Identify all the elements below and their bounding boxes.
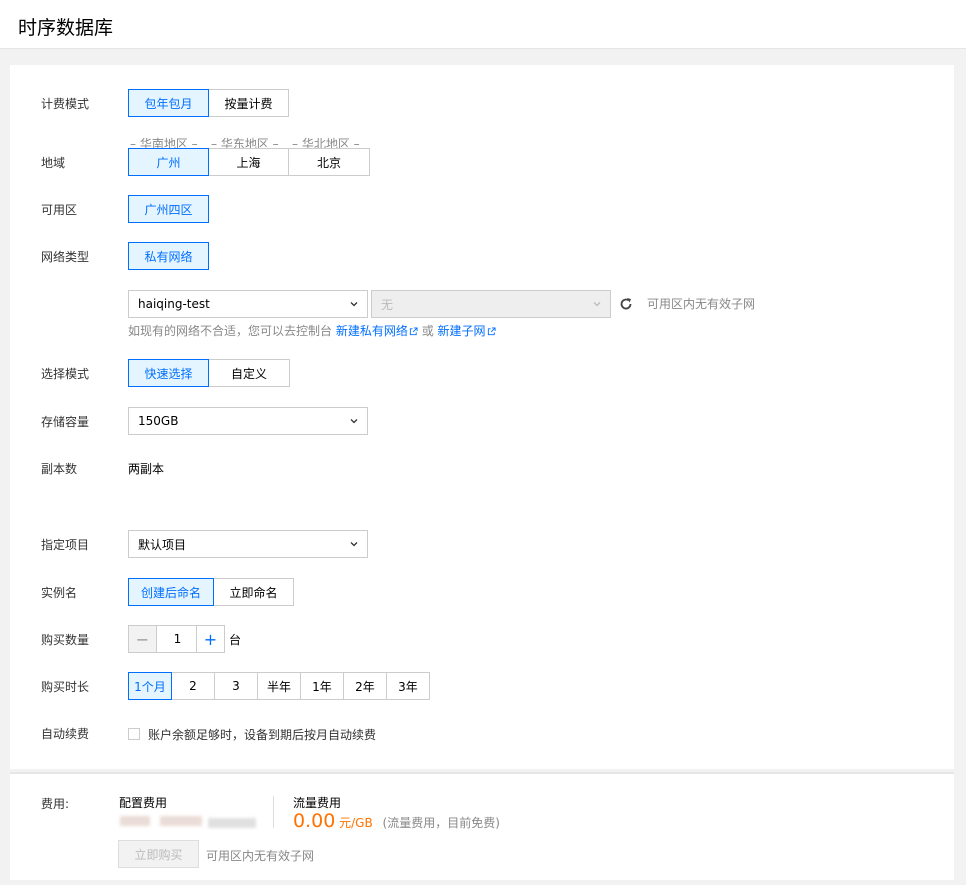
zone-option-guangzhou-4[interactable]: 广州四区 bbox=[128, 195, 209, 223]
quantity-increment-button[interactable]: + bbox=[196, 625, 225, 653]
instance-name-label: 实例名 bbox=[41, 586, 78, 600]
auto-renew-text: 账户余额足够时，设备到期后按月自动续费 bbox=[148, 728, 377, 742]
subnet-select-value: 无 bbox=[381, 297, 394, 312]
create-subnet-link[interactable]: 新建子网 bbox=[438, 324, 496, 338]
fee-label: 费用: bbox=[41, 797, 70, 811]
storage-label: 存储容量 bbox=[41, 415, 90, 429]
create-vpc-link[interactable]: 新建私有网络 bbox=[336, 324, 418, 338]
fee-divider bbox=[273, 796, 274, 828]
buy-hint: 可用区内无有效子网 bbox=[206, 849, 315, 863]
quantity-label: 购买数量 bbox=[41, 633, 90, 647]
instance-name-option-now[interactable]: 立即命名 bbox=[213, 578, 294, 606]
network-help: 如现有的网络不合适，您可以去控制台 新建私有网络 或 新建子网 bbox=[128, 322, 496, 339]
auto-renew-label: 自动续费 bbox=[41, 727, 90, 741]
duration-option-3[interactable]: 3 bbox=[214, 672, 258, 700]
traffic-fee-price: 0.00 bbox=[293, 810, 336, 832]
traffic-fee-label: 流量费用 bbox=[293, 796, 342, 810]
billing-label: 计费模式 bbox=[41, 97, 90, 111]
network-option-vpc[interactable]: 私有网络 bbox=[128, 242, 209, 270]
config-fee-redacted bbox=[120, 816, 150, 826]
traffic-fee-unit: 元/GB bbox=[339, 816, 373, 830]
config-fee-redacted bbox=[160, 816, 202, 826]
duration-option-2-year[interactable]: 2年 bbox=[343, 672, 387, 700]
billing-option-prepaid[interactable]: 包年包月 bbox=[128, 89, 209, 117]
vpc-select-value: haiqing-test bbox=[138, 297, 210, 311]
region-option-shanghai[interactable]: 上海 bbox=[208, 148, 289, 176]
storage-select-value: 150GB bbox=[138, 414, 179, 428]
fee-footer: 费用: 配置费用 流量费用 0.00 元/GB (流量费用，目前免费) 立即购买… bbox=[10, 772, 954, 880]
page-title: 时序数据库 bbox=[18, 17, 114, 39]
instance-name-option-later[interactable]: 创建后命名 bbox=[128, 578, 214, 606]
mode-option-quick[interactable]: 快速选择 bbox=[128, 359, 209, 387]
refresh-icon[interactable] bbox=[618, 296, 634, 312]
project-select-value: 默认项目 bbox=[138, 537, 187, 552]
traffic-fee-row: 0.00 元/GB (流量费用，目前免费) bbox=[293, 810, 500, 832]
project-select[interactable]: 默认项目 bbox=[128, 530, 368, 558]
chevron-down-icon bbox=[350, 302, 358, 307]
region-label: 地域 bbox=[41, 156, 66, 170]
storage-select[interactable]: 150GB bbox=[128, 407, 368, 435]
external-link-icon bbox=[487, 327, 496, 336]
network-label: 网络类型 bbox=[41, 250, 90, 264]
mode-option-custom[interactable]: 自定义 bbox=[208, 359, 290, 387]
chevron-down-icon bbox=[593, 302, 601, 307]
region-option-guangzhou[interactable]: 广州 bbox=[128, 148, 209, 176]
duration-option-1-year[interactable]: 1年 bbox=[300, 672, 344, 700]
replica-label: 副本数 bbox=[41, 462, 78, 476]
external-link-icon bbox=[409, 327, 418, 336]
project-label: 指定项目 bbox=[41, 538, 90, 552]
zone-label: 可用区 bbox=[41, 203, 78, 217]
mode-label: 选择模式 bbox=[41, 367, 90, 381]
duration-option-3-year[interactable]: 3年 bbox=[386, 672, 430, 700]
duration-option-2[interactable]: 2 bbox=[171, 672, 215, 700]
chevron-down-icon bbox=[350, 419, 358, 424]
subnet-select[interactable]: 无 bbox=[371, 290, 611, 318]
duration-option-half-year[interactable]: 半年 bbox=[257, 672, 301, 700]
traffic-fee-note: (流量费用，目前免费) bbox=[382, 816, 500, 830]
replica-value: 两副本 bbox=[128, 462, 165, 476]
page-header: 时序数据库 bbox=[0, 0, 966, 49]
config-form: 计费模式 包年包月 按量计费 – 华南地区 – – 华东地区 – – 华北地区 … bbox=[10, 65, 954, 769]
quantity-unit: 台 bbox=[229, 633, 242, 647]
quantity-decrement-button[interactable]: − bbox=[128, 625, 157, 653]
duration-label: 购买时长 bbox=[41, 680, 90, 694]
billing-option-postpaid[interactable]: 按量计费 bbox=[208, 89, 289, 117]
quantity-input[interactable] bbox=[157, 625, 198, 653]
config-fee-label: 配置费用 bbox=[119, 796, 168, 810]
subnet-hint: 可用区内无有效子网 bbox=[647, 297, 756, 311]
chevron-down-icon bbox=[350, 542, 358, 547]
duration-option-1-month[interactable]: 1个月 bbox=[128, 672, 172, 700]
buy-now-button[interactable]: 立即购买 bbox=[118, 840, 199, 868]
config-fee-redacted bbox=[208, 818, 256, 828]
region-option-beijing[interactable]: 北京 bbox=[288, 148, 370, 176]
auto-renew-checkbox[interactable] bbox=[128, 728, 140, 740]
vpc-select[interactable]: haiqing-test bbox=[128, 290, 368, 318]
